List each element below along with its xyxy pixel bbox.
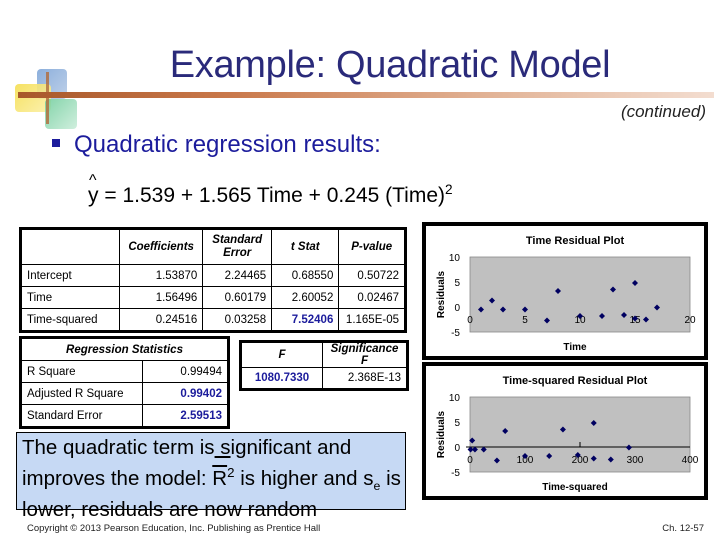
coef-value: 1.53870 <box>118 264 204 287</box>
table-header-row: Coefficients Standard Error t Stat P-val… <box>20 228 406 265</box>
table-row: Intercept 1.53870 2.24465 0.68550 0.5072… <box>20 264 406 287</box>
stat-label: Adjusted R Square <box>20 382 143 405</box>
coef-value: 0.24516 <box>118 308 204 332</box>
logo-square-green <box>45 99 77 129</box>
table-row: R Square 0.99494 <box>20 360 229 383</box>
table-row: 1080.7330 2.368E-13 <box>240 367 408 390</box>
stat-label: R Square <box>20 360 143 383</box>
x-tick-label: 0 <box>467 455 473 466</box>
x-tick-label: 400 <box>682 455 699 466</box>
f-value: 1080.7330 <box>240 367 323 390</box>
se-value: 2.24465 <box>202 264 273 287</box>
header-cell: Significance F <box>322 341 408 368</box>
y-tick-label: -5 <box>451 328 460 339</box>
bullet-text: Quadratic regression results: <box>74 131 381 158</box>
y-tick-label: 0 <box>454 443 460 454</box>
title-divider <box>18 92 714 98</box>
se-value: 0.03258 <box>202 308 273 332</box>
regression-statistics-table: Regression Statistics R Square 0.99494 A… <box>19 336 230 429</box>
regression-equation: ^ y = 1.539 + 1.565 Time + 0.245 (Time)2 <box>88 172 453 208</box>
y-hat: ^ y <box>88 172 99 207</box>
stat-label: Standard Error <box>20 404 143 428</box>
t-value: 0.68550 <box>271 264 340 287</box>
r-bar-symbol: R <box>212 466 228 490</box>
x-axis-label: Time <box>563 342 587 353</box>
row-label: Time <box>20 286 120 309</box>
equation-rhs: = 1.539 + 1.565 Time + 0.245 (Time) <box>104 184 446 207</box>
p-value: 0.02467 <box>338 286 406 309</box>
equation-exponent: 2 <box>445 182 453 197</box>
table-row: Time-squared 0.24516 0.03258 7.52406 1.1… <box>20 308 406 332</box>
y-tick-label: 0 <box>454 303 460 314</box>
table-row: Standard Error 2.59513 <box>20 404 229 428</box>
slide-title: Example: Quadratic Model <box>169 44 611 86</box>
x-axis-label: Time-squared <box>542 482 607 493</box>
header-cell: Regression Statistics <box>20 337 229 361</box>
row-label: Time-squared <box>20 308 120 332</box>
se-value: 0.60179 <box>202 286 273 309</box>
copyright-footer: Copyright © 2013 Pearson Education, Inc.… <box>27 523 321 534</box>
x-tick-label: 300 <box>627 455 644 466</box>
y-tick-label: -5 <box>451 468 460 479</box>
y-tick-label: 10 <box>449 253 461 264</box>
bullet-square-icon <box>52 138 60 147</box>
header-cell: P-value <box>338 228 406 265</box>
y-tick-label: 5 <box>454 418 460 429</box>
p-value: 1.165E-05 <box>338 308 406 332</box>
time-residual-plot: Time Residual Plot1050-505101520Residual… <box>422 222 708 360</box>
table-row: Time 1.56496 0.60179 2.60052 0.02467 <box>20 286 406 309</box>
f-statistic-table: F Significance F 1080.7330 2.368E-13 <box>239 340 409 391</box>
table-header-row: F Significance F <box>240 341 408 368</box>
coefficients-table: Coefficients Standard Error t Stat P-val… <box>19 227 407 333</box>
x-tick-label: 5 <box>522 315 528 326</box>
significance-f-value: 2.368E-13 <box>322 367 408 390</box>
conclusion-callout: The quadratic term is significant and im… <box>16 432 406 521</box>
callout-line: lower, residuals are now random <box>22 497 318 521</box>
row-label: Intercept <box>20 264 120 287</box>
callout-line: improves the model: R2 is higher and se … <box>22 464 401 493</box>
stat-value-highlight: 0.99402 <box>142 382 229 405</box>
t-value-highlight: 7.52406 <box>271 308 340 332</box>
header-cell: Coefficients <box>118 228 204 265</box>
header-cell: F <box>240 341 323 368</box>
p-value: 0.50722 <box>338 264 406 287</box>
chart-svg: Time-squared Residual Plot1050-50 100 200 3… <box>426 366 704 496</box>
table-row: Adjusted R Square 0.99402 <box>20 382 229 405</box>
coef-value: 1.56496 <box>118 286 204 309</box>
chart-title: Time-squared Residual Plot <box>503 375 648 387</box>
stat-value: 0.99494 <box>142 360 229 383</box>
chart-svg: Time Residual Plot1050-505101520Residual… <box>426 226 704 356</box>
callout-line: The quadratic term is significant and <box>22 436 352 459</box>
x-tick-label: 20 <box>684 315 696 326</box>
t-value: 2.60052 <box>271 286 340 309</box>
bullet-point: Quadratic regression results: <box>52 131 381 159</box>
page-number: Ch. 12-57 <box>662 523 704 534</box>
header-cell: Standard Error <box>202 228 273 265</box>
y-axis-label: Residuals <box>436 270 447 318</box>
time-squared-residual-plot: Time-squared Residual Plot 10 5 0 -5 0 100 200 3… <box>422 362 708 500</box>
continued-note: (continued) <box>620 102 706 121</box>
y-tick-label: 5 <box>454 278 460 289</box>
header-cell <box>20 228 120 265</box>
y-axis-label: Residuals <box>436 410 447 458</box>
table-header-row: Regression Statistics <box>20 337 229 361</box>
y-tick-label: 10 <box>449 393 461 404</box>
header-cell: t Stat <box>271 228 340 265</box>
stat-value-highlight: 2.59513 <box>142 404 229 428</box>
x-tick-label: 200 <box>572 455 589 466</box>
chart-title: Time Residual Plot <box>526 235 625 247</box>
x-tick-label: 0 <box>467 315 473 326</box>
